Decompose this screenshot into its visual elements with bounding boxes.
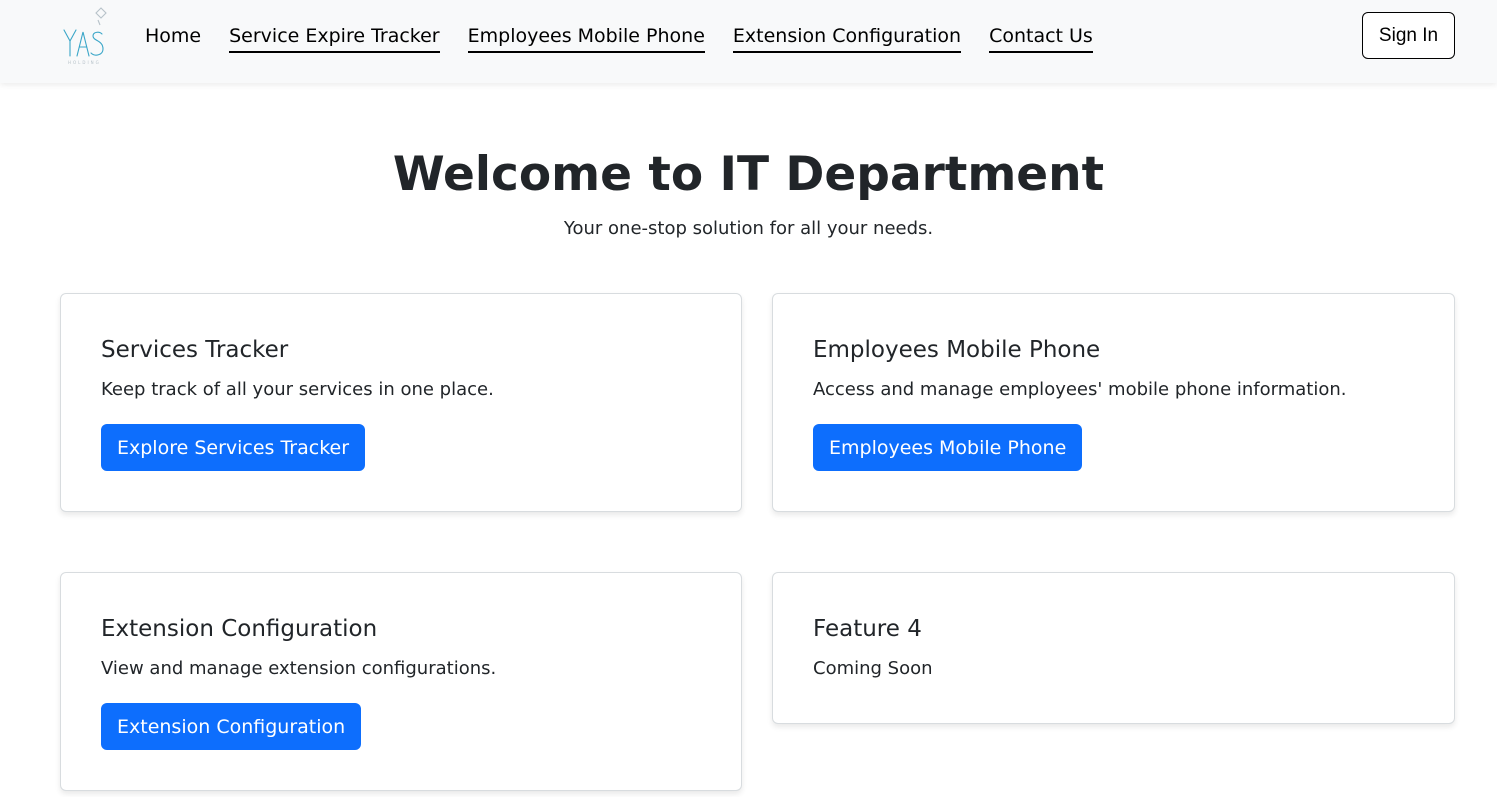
yas-logo[interactable]: HOLDING [60, 4, 116, 66]
nav-link-label: Employees Mobile Phone [467, 22, 705, 53]
nav-link-label: Contact Us [989, 22, 1093, 53]
nav-links: Home Service Expire Tracker Employees Mo… [131, 0, 1107, 75]
nav-link-employees-mobile-phone[interactable]: Employees Mobile Phone [454, 22, 719, 53]
nav-link-label: Home [145, 25, 202, 47]
nav-link-service-expire-tracker[interactable]: Service Expire Tracker [215, 22, 454, 53]
card-title: Feature 4 [813, 616, 922, 642]
page-subtitle: Your one-stop solution for all your need… [563, 218, 934, 239]
card-text: Keep track of all your services in one p… [101, 379, 494, 400]
card-services-tracker: Services Tracker Keep track of all your … [60, 293, 742, 512]
card-employees-mobile-phone: Employees Mobile Phone Access and manage… [772, 293, 1455, 512]
card-feature-4: Feature 4 Coming Soon [772, 572, 1455, 724]
nav-link-label: Service Expire Tracker [229, 22, 440, 53]
card-text: View and manage extension configurations… [101, 658, 497, 679]
page-title: Welcome to IT Department [392, 147, 1105, 202]
sign-in-button[interactable]: Sign In [1362, 12, 1455, 59]
card-title: Services Tracker [101, 337, 289, 363]
top-navbar: HOLDING Home Service Expire Tracker Empl… [0, 0, 1497, 83]
nav-link-home[interactable]: Home [131, 22, 215, 53]
extension-configuration-button[interactable]: Extension Configuration [101, 703, 362, 750]
card-text: Coming Soon [813, 658, 933, 679]
svg-text:HOLDING: HOLDING [68, 60, 101, 65]
card-text: Access and manage employees' mobile phon… [813, 379, 1347, 400]
nav-link-label: Extension Configuration [732, 22, 962, 53]
card-title: Extension Configuration [101, 616, 378, 642]
card-title: Employees Mobile Phone [813, 337, 1101, 363]
explore-services-tracker-button[interactable]: Explore Services Tracker [101, 424, 366, 471]
nav-link-contact-us[interactable]: Contact Us [975, 22, 1107, 53]
card-extension-configuration: Extension Configuration View and manage … [60, 572, 742, 791]
employees-mobile-phone-button[interactable]: Employees Mobile Phone [813, 424, 1083, 471]
nav-link-extension-configuration[interactable]: Extension Configuration [719, 22, 975, 53]
